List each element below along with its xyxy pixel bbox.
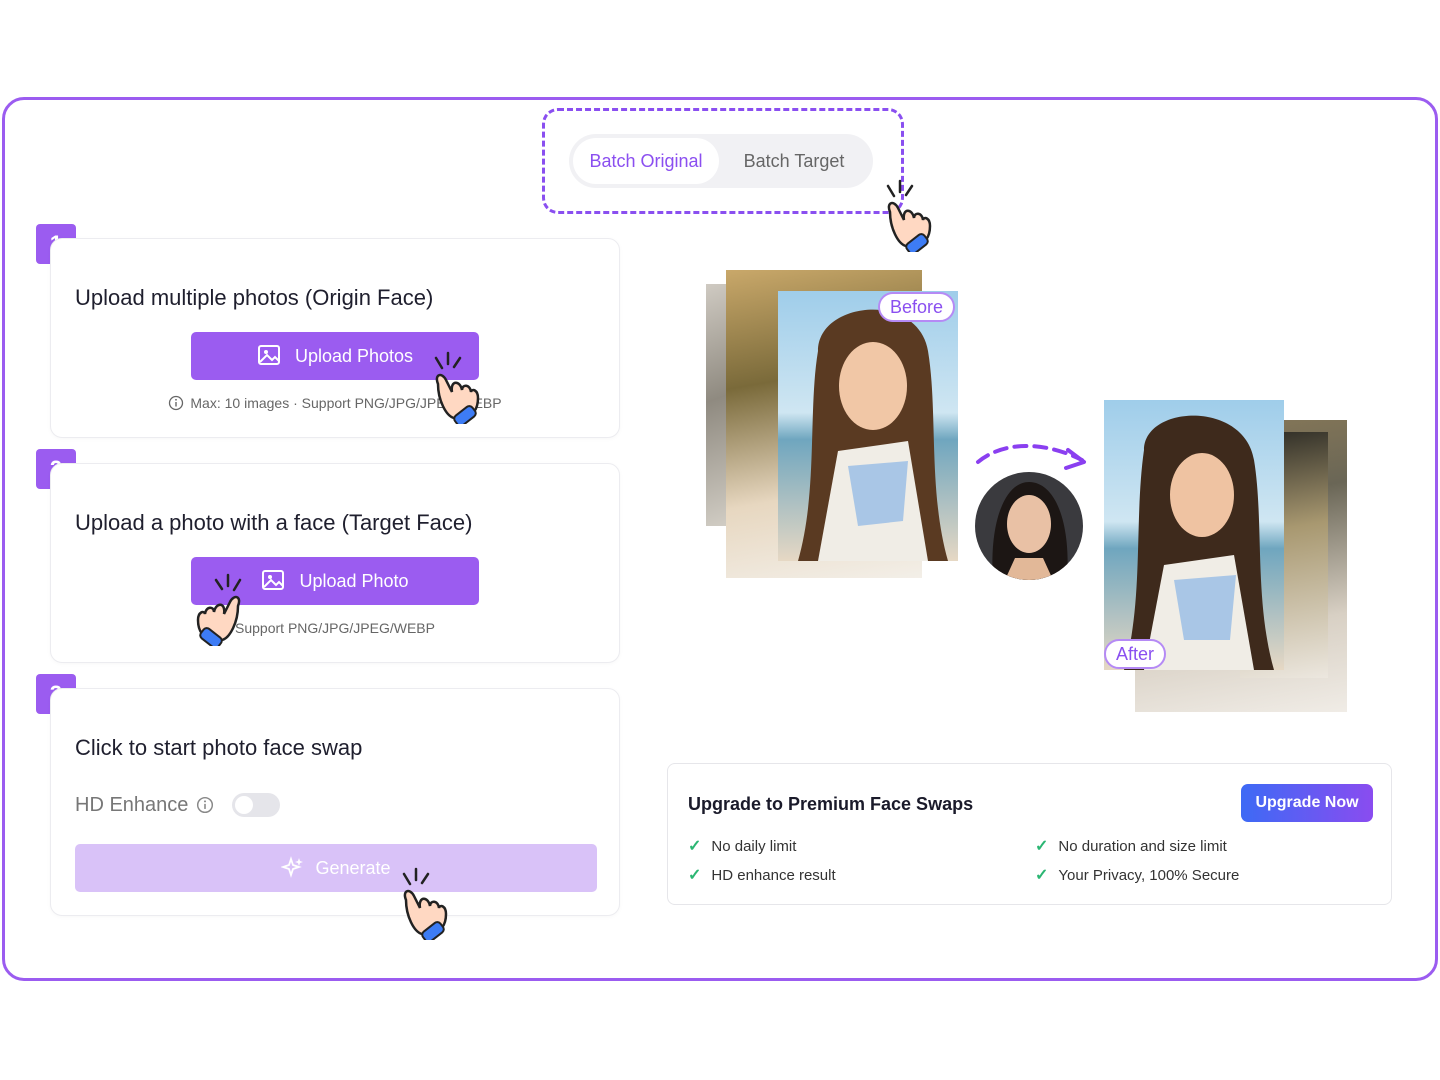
image-upload-icon <box>262 570 285 590</box>
pointer-hand-icon <box>886 179 932 252</box>
check-icon: ✓ <box>688 838 702 855</box>
step-1-title: Upload multiple photos (Origin Face) <box>75 285 434 310</box>
after-label: After <box>1104 639 1167 669</box>
step-2-title: Upload a photo with a face (Target Face) <box>75 510 473 535</box>
generate-button[interactable]: Generate <box>75 844 597 892</box>
sparkle-icon <box>281 856 304 878</box>
check-icon: ✓ <box>1035 838 1049 855</box>
check-icon: ✓ <box>1035 867 1049 884</box>
feature-item: ✓ HD enhance result <box>688 865 836 885</box>
feature-item: ✓ Your Privacy, 100% Secure <box>1035 865 1239 885</box>
feature-text: Your Privacy, 100% Secure <box>1058 866 1240 884</box>
pointer-hand-icon <box>402 867 448 940</box>
step-2-card: Upload a photo with a face (Target Face)… <box>50 463 620 663</box>
mode-tabs: Batch Original Batch Target <box>569 134 873 188</box>
pointer-hand-icon <box>196 573 242 646</box>
hd-enhance-label: HD Enhance <box>75 793 189 816</box>
feature-item: ✓ No duration and size limit <box>1035 836 1227 856</box>
before-label: Before <box>878 292 956 322</box>
step-2-hint: Support PNG/JPG/JPEG/WEBP <box>51 620 619 636</box>
upgrade-now-button[interactable]: Upgrade Now <box>1241 784 1373 822</box>
info-icon <box>169 395 184 411</box>
upgrade-card: Upgrade to Premium Face Swaps Upgrade No… <box>667 763 1392 905</box>
check-icon: ✓ <box>688 867 702 884</box>
feature-text: No duration and size limit <box>1058 837 1227 855</box>
step-1-card: Upload multiple photos (Origin Face) Upl… <box>50 238 620 438</box>
upgrade-title: Upgrade to Premium Face Swaps <box>688 794 974 814</box>
after-photo-main <box>1104 400 1284 670</box>
pointer-hand-icon <box>434 351 480 424</box>
feature-text: HD enhance result <box>711 866 836 884</box>
step-1-hint: Max: 10 images · Support PNG/JPG/JPEG/WE… <box>51 395 619 411</box>
step-3-card: Click to start photo face swap HD Enhanc… <box>50 688 620 916</box>
hd-enhance-row: HD Enhance <box>75 793 281 817</box>
tab-batch-original[interactable]: Batch Original <box>573 138 719 184</box>
tab-batch-target[interactable]: Batch Target <box>719 138 869 184</box>
step-3-title: Click to start photo face swap <box>75 735 363 760</box>
upload-photo-label: Upload Photo <box>299 570 409 591</box>
before-photo-main <box>778 291 958 561</box>
image-upload-icon <box>257 345 280 365</box>
generate-label: Generate <box>315 857 391 878</box>
info-icon <box>197 796 214 814</box>
step-2-hint-text: Support PNG/JPG/JPEG/WEBP <box>235 620 435 636</box>
hd-enhance-toggle[interactable] <box>232 793 281 817</box>
feature-item: ✓ No daily limit <box>688 836 796 856</box>
feature-text: No daily limit <box>711 837 797 855</box>
upload-photos-label: Upload Photos <box>294 345 414 366</box>
target-face-photo <box>975 472 1083 580</box>
